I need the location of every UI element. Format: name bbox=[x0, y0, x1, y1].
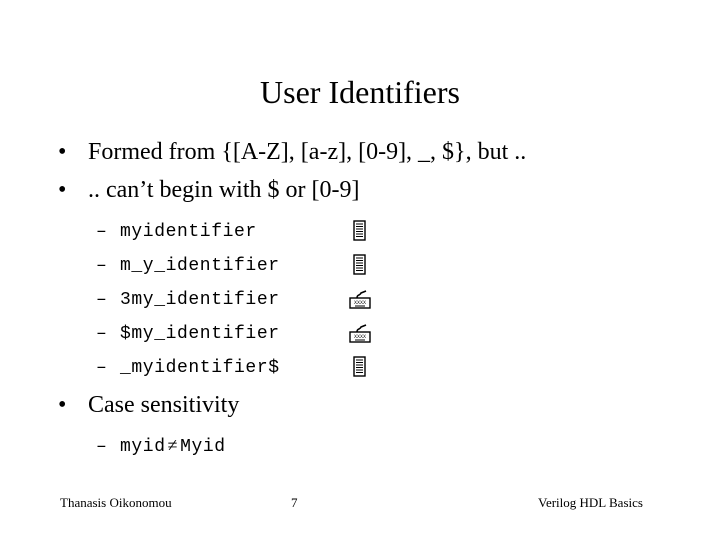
dash-marker: – bbox=[96, 222, 108, 242]
dash-marker: – bbox=[96, 290, 108, 310]
example-item: –3my_identifier bbox=[96, 290, 280, 310]
footer-page-number: 7 bbox=[291, 495, 298, 510]
keyboard-icon: XXXX bbox=[349, 290, 371, 309]
example-identifier: myidentifier bbox=[120, 222, 257, 242]
document-icon bbox=[353, 356, 366, 377]
example-item: – $my_identifier bbox=[96, 324, 280, 344]
bullet-marker: • bbox=[58, 392, 67, 418]
example-identifier: $my_identifier bbox=[120, 324, 280, 344]
dash-marker: – bbox=[96, 437, 108, 457]
bullet-formed-from: • Formed from {[A-Z], [a-z], [0-9], _, $}… bbox=[58, 139, 526, 166]
dash-marker: – bbox=[96, 256, 108, 276]
footer-course: Verilog HDL Basics bbox=[538, 495, 643, 510]
svg-text:XXXX: XXXX bbox=[354, 334, 366, 340]
bullet-text: Case sensitivity bbox=[88, 392, 240, 418]
example-identifier: _myidentifier$ bbox=[120, 358, 280, 378]
bullet-text: .. can’t begin with $ or [0-9] bbox=[88, 177, 360, 203]
not-equal-symbol: ≠ bbox=[167, 435, 179, 455]
example-item: – myidentifier bbox=[96, 222, 257, 242]
footer-author: Thanasis Oikonomou bbox=[60, 495, 172, 510]
svg-text:XXXX: XXXX bbox=[354, 300, 366, 306]
example-item: – m_y_identifier bbox=[96, 256, 280, 276]
slide-title: User Identifiers bbox=[260, 74, 460, 110]
dash-marker: – bbox=[96, 324, 108, 344]
example-item: – _myidentifier$ bbox=[96, 358, 280, 378]
document-icon bbox=[353, 220, 366, 241]
case-left: myid bbox=[120, 437, 166, 457]
bullet-marker: • bbox=[58, 177, 67, 203]
example-identifier: m_y_identifier bbox=[120, 256, 280, 276]
dash-marker: – bbox=[96, 358, 108, 378]
bullet-cant-begin: • .. can’t begin with $ or [0-9] bbox=[58, 177, 360, 204]
example-identifier: 3my_identifier bbox=[120, 290, 280, 310]
case-right: Myid bbox=[180, 437, 226, 457]
bullet-text: Formed from {[A-Z], [a-z], [0-9], _, $},… bbox=[88, 139, 527, 165]
bullet-case-sensitivity: • Case sensitivity bbox=[58, 392, 239, 419]
case-example: – myid ≠ Myid bbox=[96, 435, 226, 457]
document-icon bbox=[353, 254, 366, 275]
keyboard-icon: XXXX bbox=[349, 324, 371, 343]
bullet-marker: • bbox=[58, 139, 67, 165]
